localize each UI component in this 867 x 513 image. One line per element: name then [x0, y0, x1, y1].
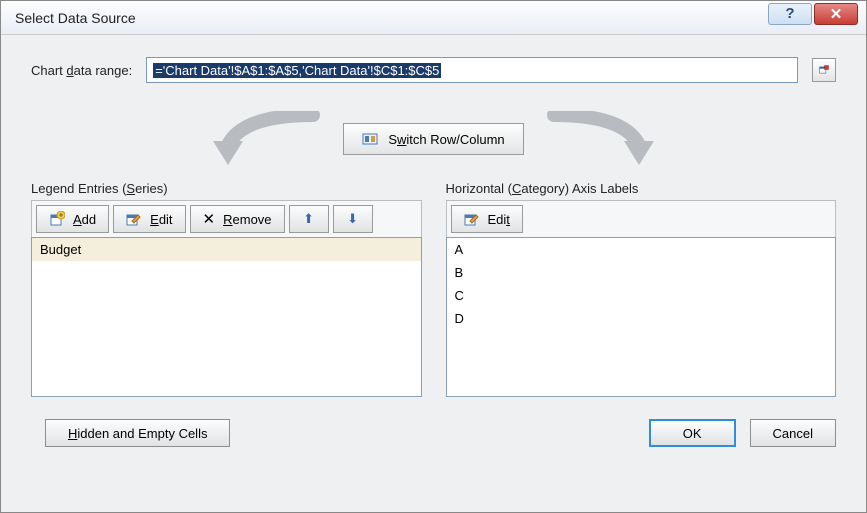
- legend-series-list[interactable]: Budget: [31, 237, 422, 397]
- move-up-button[interactable]: ⬆: [289, 205, 329, 233]
- remove-label: Remove: [223, 212, 271, 227]
- help-icon: ?: [785, 5, 794, 22]
- list-item[interactable]: Budget: [32, 238, 421, 261]
- dialog-title: Select Data Source: [9, 10, 766, 26]
- titlebar: Select Data Source ? ✕: [1, 1, 866, 35]
- add-label: Add: [73, 212, 96, 227]
- dialog-body: Chart data range: ='Chart Data'!$A$1:$A$…: [1, 35, 866, 512]
- switch-row-column-label: Switch Row/Column: [388, 132, 504, 147]
- add-series-button[interactable]: Add: [36, 205, 109, 233]
- list-item[interactable]: B: [447, 261, 836, 284]
- dialog-footer: Hidden and Empty Cells OK Cancel: [31, 419, 836, 447]
- edit-icon: [464, 211, 480, 227]
- chart-data-range-row: Chart data range: ='Chart Data'!$A$1:$A$…: [31, 57, 836, 83]
- chart-data-range-label: Chart data range:: [31, 63, 132, 78]
- switch-row-column-button[interactable]: Switch Row/Column: [343, 123, 523, 155]
- arrow-right-icon: [524, 111, 684, 167]
- select-data-source-dialog: Select Data Source ? ✕ Chart data range:…: [0, 0, 867, 513]
- switch-row-column-row: Switch Row/Column: [31, 111, 836, 167]
- edit-axis-button[interactable]: Edit: [451, 205, 523, 233]
- hidden-empty-cells-button[interactable]: Hidden and Empty Cells: [45, 419, 230, 447]
- hidden-empty-cells-label: Hidden and Empty Cells: [68, 426, 207, 441]
- axis-toolbar: Edit: [446, 200, 837, 237]
- remove-icon: ✕: [203, 210, 216, 228]
- arrow-down-icon: ⬇: [347, 211, 358, 227]
- list-item[interactable]: D: [447, 307, 836, 330]
- move-down-button[interactable]: ⬇: [333, 205, 373, 233]
- close-icon: ✕: [830, 5, 843, 23]
- axis-labels-column: Horizontal (Category) Axis Labels Edit A…: [446, 181, 837, 397]
- columns: Legend Entries (Series) Add: [31, 181, 836, 397]
- arrow-up-icon: ⬆: [303, 211, 314, 227]
- legend-entries-label: Legend Entries (Series): [31, 181, 422, 196]
- cancel-button[interactable]: Cancel: [750, 419, 836, 447]
- edit-series-label: Edit: [150, 212, 172, 227]
- remove-series-button[interactable]: ✕ Remove: [190, 205, 285, 233]
- switch-icon: [362, 131, 378, 147]
- edit-series-button[interactable]: Edit: [113, 205, 185, 233]
- axis-labels-label: Horizontal (Category) Axis Labels: [446, 181, 837, 196]
- range-picker-icon: [819, 62, 829, 78]
- add-icon: [49, 211, 65, 227]
- edit-icon: [126, 211, 142, 227]
- chart-data-range-value: ='Chart Data'!$A$1:$A$5,'Chart Data'!$C$…: [153, 63, 441, 78]
- list-item[interactable]: A: [447, 238, 836, 261]
- edit-axis-label: Edit: [488, 212, 510, 227]
- range-picker-button[interactable]: [812, 58, 836, 82]
- axis-labels-list[interactable]: A B C D: [446, 237, 837, 397]
- help-button[interactable]: ?: [768, 3, 812, 25]
- legend-toolbar: Add Edit ✕ Remove: [31, 200, 422, 237]
- list-item[interactable]: C: [447, 284, 836, 307]
- ok-button[interactable]: OK: [649, 419, 736, 447]
- arrow-left-icon: [183, 111, 343, 167]
- legend-entries-column: Legend Entries (Series) Add: [31, 181, 422, 397]
- close-button[interactable]: ✕: [814, 3, 858, 25]
- chart-data-range-input[interactable]: ='Chart Data'!$A$1:$A$5,'Chart Data'!$C$…: [146, 57, 798, 83]
